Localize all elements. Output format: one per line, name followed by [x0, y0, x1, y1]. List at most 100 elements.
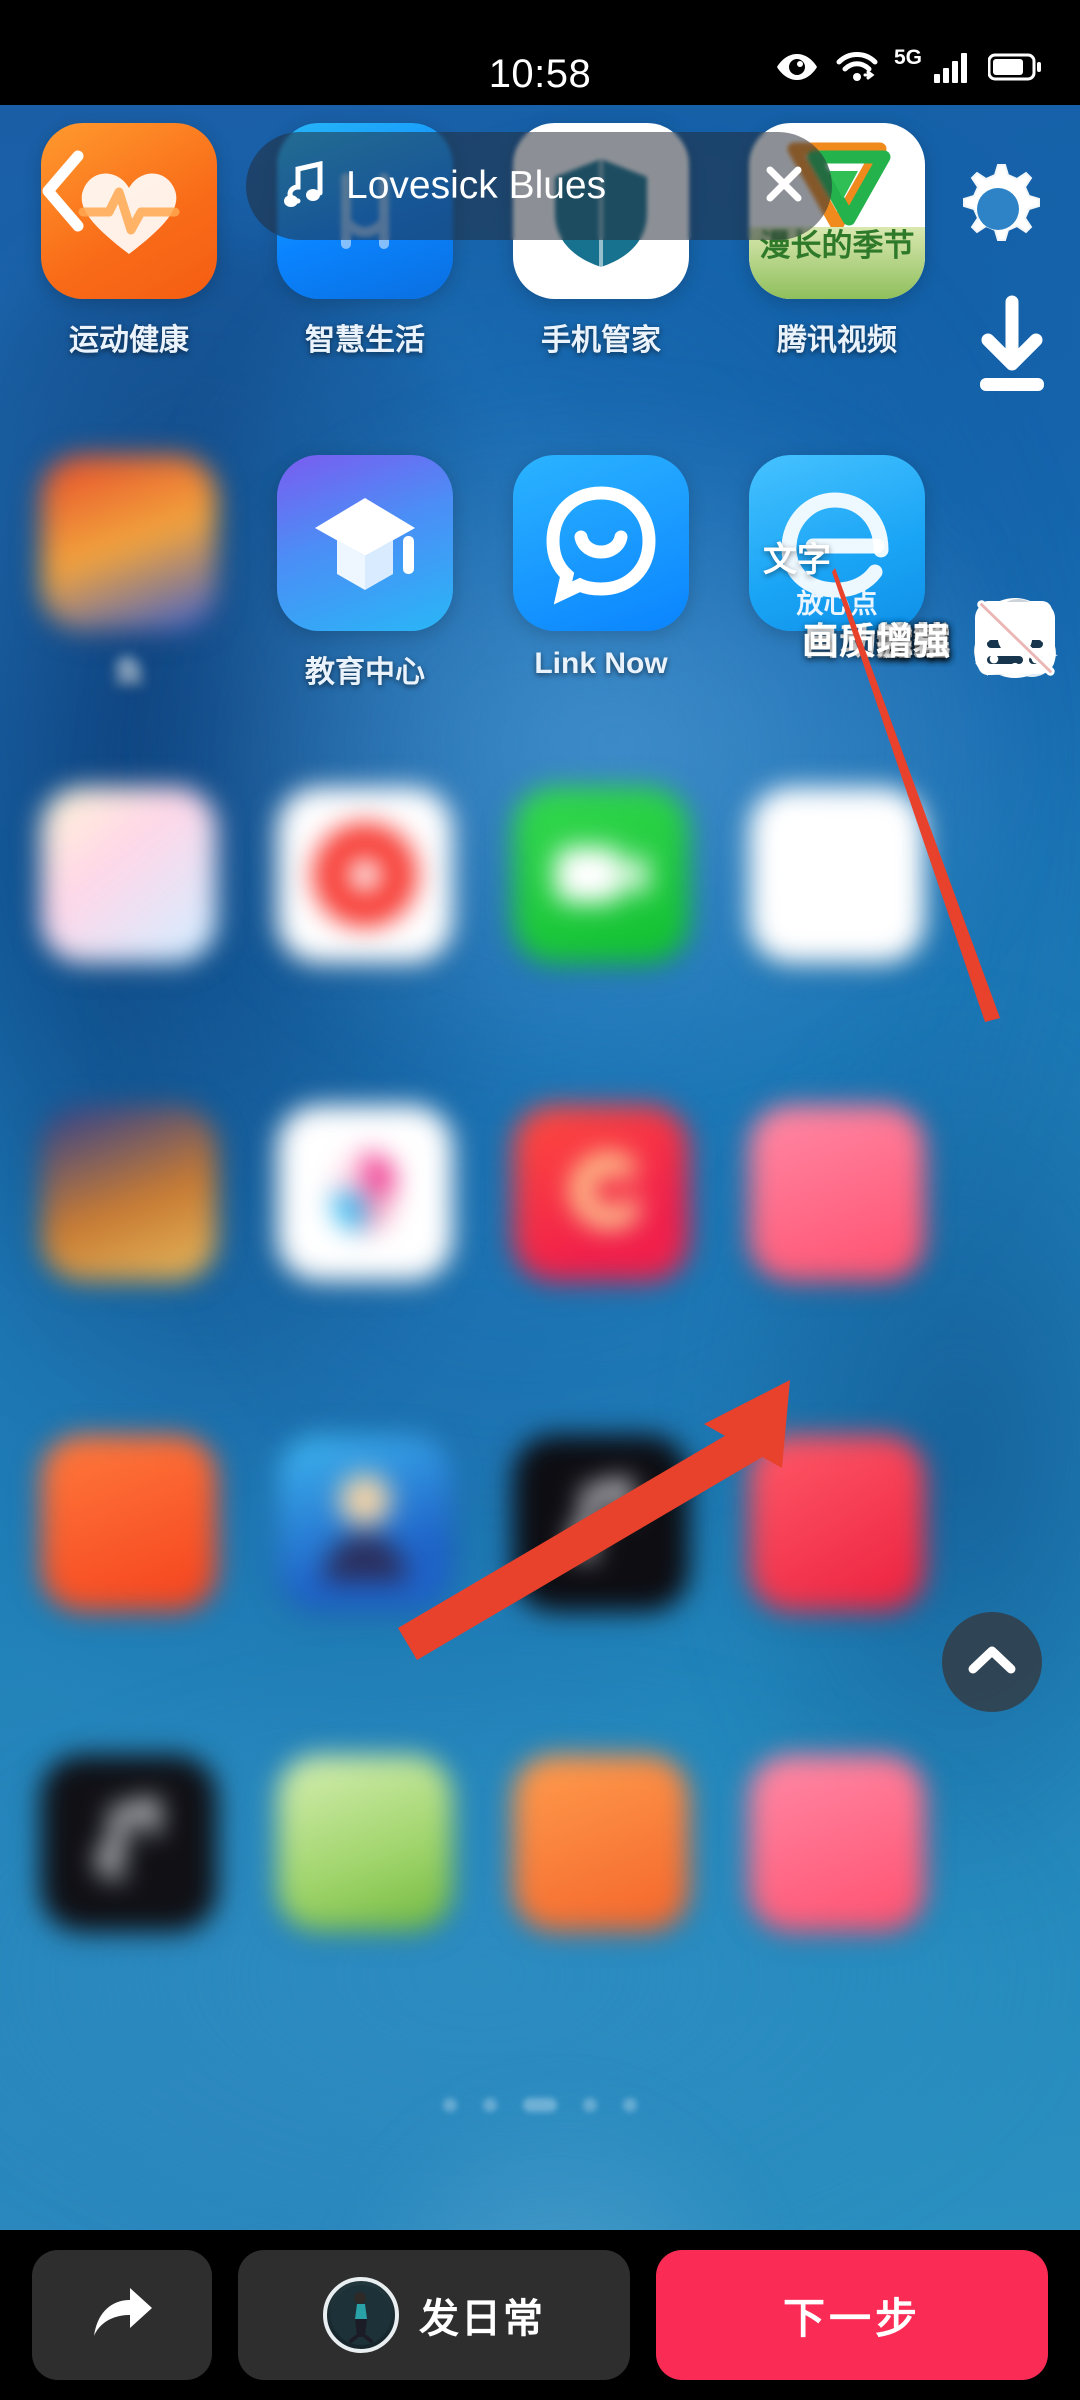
app-tile [513, 787, 689, 963]
share-arrow-icon [86, 2282, 158, 2349]
wifi-icon [836, 50, 878, 84]
chevron-up-icon [967, 1643, 1017, 1682]
app-label [270, 1947, 460, 1981]
back-button[interactable] [34, 148, 94, 239]
graduation-cap-icon [277, 455, 453, 631]
app-label [270, 1627, 460, 1661]
app-icon-generic[interactable] [506, 1755, 696, 1981]
page-dot [443, 2098, 457, 2112]
app-label [34, 1627, 224, 1661]
app-label [270, 1297, 460, 1331]
app-icon-generic[interactable] [34, 1435, 224, 1661]
download-icon [964, 292, 1060, 407]
next-step-button[interactable]: 下一步 [656, 2250, 1048, 2380]
app-label: 运动健康 [69, 324, 189, 357]
app-label [742, 1297, 932, 1331]
app-icon-generic[interactable] [742, 1105, 932, 1331]
phone-screen: 运动健康 智慧生活 手机管家 漫长的季节 腾讯视频 鱼 教育中心 Link No… [0, 0, 1080, 2400]
video-chat-icon [513, 787, 689, 963]
app-label [34, 1947, 224, 1981]
app-tile [749, 1105, 925, 1281]
app-tile [277, 1755, 453, 1931]
app-icon-generic[interactable] [270, 1105, 460, 1331]
page-indicator [0, 2098, 1080, 2112]
c-glyph-icon [513, 1105, 689, 1281]
tool-quality-enhance[interactable]: 画质增强 [638, 590, 1058, 686]
chevron-left-icon [34, 150, 94, 238]
post-daily-label: 发日常 [419, 2297, 545, 2341]
signal-bars-icon [932, 50, 972, 84]
app-tile [513, 1435, 689, 1611]
share-button[interactable] [32, 2250, 212, 2380]
battery-icon [988, 52, 1042, 82]
eye-care-icon [774, 51, 820, 83]
app-icon-generic[interactable] [506, 1435, 696, 1661]
app-icon-generic[interactable] [34, 1755, 224, 1981]
app-tile [41, 787, 217, 963]
app-icon-generic[interactable] [34, 787, 224, 1013]
post-daily-button[interactable]: 发日常 [238, 2250, 630, 2380]
video-preview[interactable]: 运动健康 智慧生活 手机管家 漫长的季节 腾讯视频 鱼 教育中心 Link No… [0, 105, 1080, 2230]
app-label [34, 979, 224, 1013]
colorful-glyph-icon [277, 1105, 453, 1281]
app-tile [41, 1435, 217, 1611]
app-icon-generic[interactable] [742, 1755, 932, 1981]
app-label [506, 1627, 696, 1661]
app-tile [513, 1755, 689, 1931]
app-icon-generic[interactable] [742, 1435, 932, 1661]
app-icon-generic[interactable] [270, 787, 460, 1013]
app-icon-generic[interactable] [34, 1105, 224, 1331]
music-note-glyph-icon [513, 1435, 689, 1611]
settings-button[interactable] [944, 155, 1052, 268]
music-title: Lovesick Blues [346, 164, 607, 207]
app-label [270, 979, 460, 1013]
app-label [506, 1297, 696, 1331]
status-bar: 10:58 5G [0, 0, 1080, 105]
app-tile [277, 455, 453, 631]
app-label [742, 979, 932, 1013]
tool-label: 画质增强 [802, 621, 950, 662]
app-icon-generic[interactable] [270, 1755, 460, 1981]
app-tile [277, 1435, 453, 1611]
bottom-action-bar: 发日常 下一步 [0, 2230, 1080, 2400]
close-x-icon [762, 162, 806, 211]
page-dot [483, 2098, 497, 2112]
page-dot-active [523, 2098, 557, 2112]
app-tile [513, 1105, 689, 1281]
wenzi-label-overlay: 文字 [763, 541, 831, 579]
avatar-glyph-icon [277, 1435, 453, 1611]
app-label [506, 979, 696, 1013]
app-label: 智慧生活 [305, 324, 425, 357]
record-dot-icon [277, 787, 453, 963]
app-label: 手机管家 [541, 324, 661, 357]
app-grid: 运动健康 智慧生活 手机管家 漫长的季节 腾讯视频 鱼 教育中心 Link No… [0, 105, 1080, 2230]
app-tile [41, 455, 217, 631]
app-icon-generic[interactable] [742, 787, 932, 1013]
app-label [34, 1297, 224, 1331]
app-icon-generic[interactable] [506, 1105, 696, 1331]
app-tile [41, 1755, 217, 1931]
app-label [506, 1947, 696, 1981]
5g-label-icon: 5G [893, 46, 922, 69]
app-label [742, 1947, 932, 1981]
avatar [323, 2277, 399, 2353]
app-tile [749, 787, 925, 963]
collapse-tools-button[interactable] [942, 1612, 1042, 1712]
music-note-icon [284, 161, 326, 211]
app-label: 腾讯视频 [777, 324, 897, 357]
music-close-button[interactable] [736, 132, 832, 240]
app-icon-game[interactable]: 鱼 [34, 455, 224, 691]
app-icon-education-center[interactable]: 教育中心 [270, 455, 460, 691]
app-icon-generic[interactable] [270, 1435, 460, 1661]
gear-icon [944, 164, 1052, 267]
music-note-glyph-icon [41, 1755, 217, 1931]
enhance-off-icon [972, 595, 1058, 681]
save-button[interactable] [964, 292, 1060, 407]
music-bar[interactable]: Lovesick Blues [246, 132, 832, 240]
app-tile [277, 787, 453, 963]
app-label: 教育中心 [305, 656, 425, 689]
page-dot [623, 2098, 637, 2112]
app-icon-generic[interactable] [506, 787, 696, 1013]
app-tile [749, 1435, 925, 1611]
next-step-label: 下一步 [782, 2294, 921, 2342]
